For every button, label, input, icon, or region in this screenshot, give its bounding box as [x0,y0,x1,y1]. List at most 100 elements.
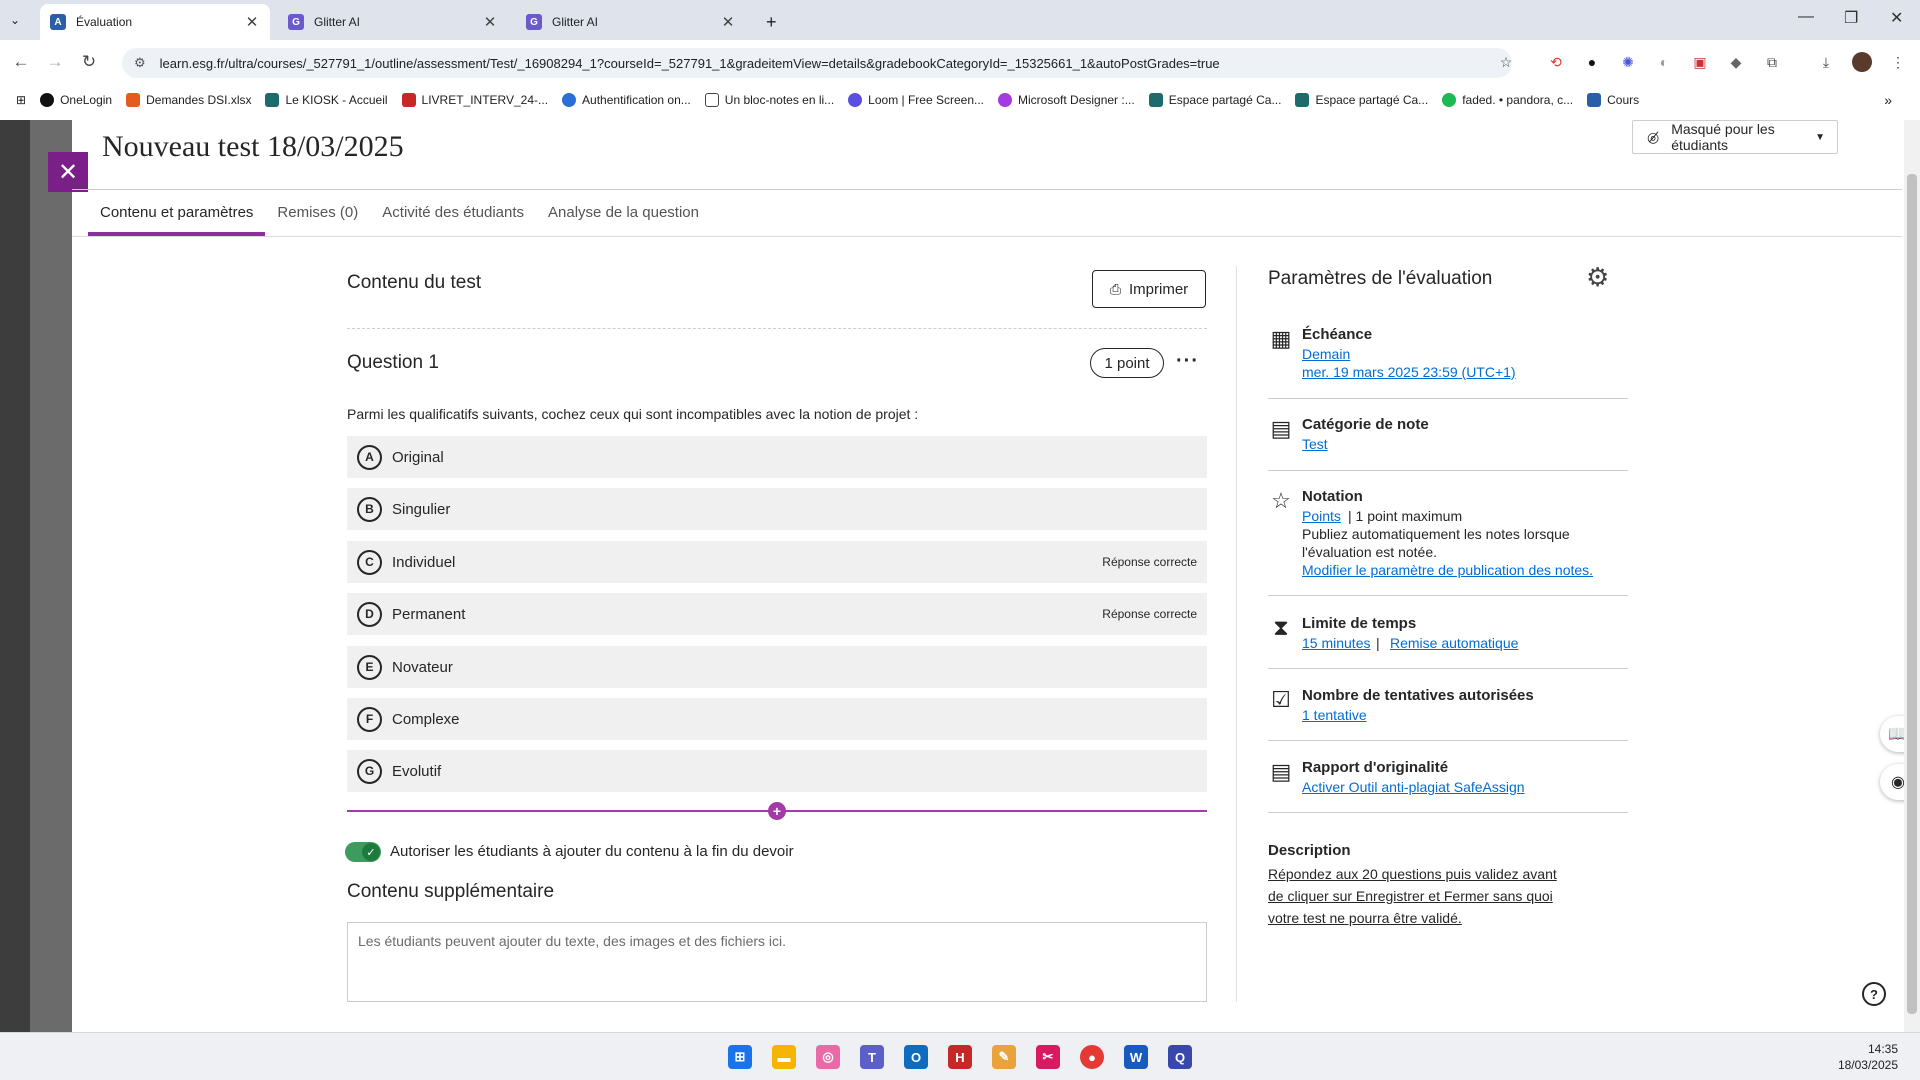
tab-glitter-2[interactable]: G Glitter AI ✕ [516,4,746,40]
photos-icon[interactable]: ◎ [816,1045,840,1069]
extension-icon[interactable]: ✺ [1618,52,1638,72]
close-tab-icon[interactable]: ✕ [720,13,736,31]
bookmark-item[interactable]: Microsoft Designer :... [998,93,1135,107]
address-bar[interactable]: ⚙ learn.esg.fr/ultra/courses/_527791_1/o… [122,48,1512,78]
bookmark-item[interactable]: Le KIOSK - Accueil [265,93,388,107]
tab-question-analysis[interactable]: Analyse de la question [536,190,711,236]
print-button[interactable]: ⎙ Imprimer [1092,270,1206,308]
allow-content-toggle[interactable]: ✓ [345,842,381,862]
outlook-icon[interactable]: O [904,1045,928,1069]
help-icon[interactable]: ? [1862,982,1886,1006]
menu-dots-icon[interactable]: ⋮ [1888,52,1908,72]
additional-content-field[interactable]: Les étudiants peuvent ajouter du texte, … [347,922,1207,1002]
divider [347,328,1207,329]
divider [1268,398,1628,399]
description-text[interactable]: votre test ne pourra être validé. [1268,910,1462,926]
bookmark-label: Un bloc-notes en li... [724,93,835,107]
download-icon[interactable]: ⤓ [1816,52,1836,72]
bookmark-favicon-icon [401,93,416,107]
category-link[interactable]: Test [1302,436,1328,452]
scrollbar[interactable] [1904,120,1920,1032]
close-tab-icon[interactable]: ✕ [244,13,260,31]
bookmark-item[interactable]: Espace partagé Ca... [1295,93,1428,107]
bookmark-item[interactable]: Un bloc-notes en li... [704,93,835,107]
more-bookmarks-icon[interactable]: » [1884,92,1892,108]
auto-submit-link[interactable]: Remise automatique [1390,635,1518,651]
app-h-icon[interactable]: H [948,1045,972,1069]
app-pen-icon[interactable]: ✎ [992,1045,1016,1069]
points-badge[interactable]: 1 point [1090,348,1164,378]
close-panel-button[interactable]: ✕ [48,152,88,192]
tab-glitter-1[interactable]: G Glitter AI ✕ [278,4,508,40]
answer-option[interactable]: C Individuel Réponse correcte [347,541,1207,583]
add-content-plus-icon[interactable]: + [768,802,786,820]
tab-submissions[interactable]: Remises (0) [265,190,370,236]
extension-icon[interactable]: ◐ [1654,52,1674,72]
windows-start-icon[interactable]: ⊞ [728,1045,752,1069]
extensions-puzzle-icon[interactable]: ⧉ [1762,52,1782,72]
more-options-icon[interactable]: ··· [1176,350,1199,373]
answer-letter: A [357,444,382,470]
profile-avatar[interactable] [1852,52,1872,72]
attempts-setting: ☑ Nombre de tentatives autorisées 1 tent… [1268,687,1628,727]
bookmark-item[interactable]: faded. • pandora, c... [1442,93,1573,107]
answer-option[interactable]: D Permanent Réponse correcte [347,593,1207,635]
answer-option[interactable]: B Singulier [347,488,1207,530]
bookmark-item[interactable]: LIVRET_INTERV_24-... [401,93,548,107]
new-tab-button[interactable]: + [756,4,786,40]
app-q-icon[interactable]: Q [1168,1045,1192,1069]
safeassign-link[interactable]: Activer Outil anti-plagiat SafeAssign [1302,779,1525,795]
extension-icon[interactable]: ● [1582,52,1602,72]
answer-option[interactable]: E Novateur [347,646,1207,688]
close-tab-icon[interactable]: ✕ [482,13,498,31]
chevron-down-icon: ⌄ [10,13,21,27]
extension-icon[interactable]: ▣ [1690,52,1710,72]
bookmark-item[interactable]: Demandes DSI.xlsx [126,93,251,107]
description-text[interactable]: de cliquer sur Enregistrer et Fermer san… [1268,888,1553,904]
chrome-icon[interactable]: ● [1080,1045,1104,1069]
bookmark-item[interactable]: Authentification on... [562,93,691,107]
page-title: Nouveau test 18/03/2025 [102,130,404,163]
bookmark-item[interactable]: Cours [1587,93,1639,107]
file-explorer-icon[interactable]: ▬ [772,1045,796,1069]
tab-content-settings[interactable]: Contenu et paramètres [88,190,266,236]
snipping-tool-icon[interactable]: ✂ [1036,1045,1060,1069]
gear-icon[interactable]: ⚙ [1586,262,1609,293]
word-icon[interactable]: W [1124,1045,1148,1069]
bookmark-item[interactable]: OneLogin [40,93,112,107]
clock[interactable]: 14:35 18/03/2025 [1818,1041,1898,1073]
time-limit-link[interactable]: 15 minutes [1302,635,1370,651]
tab-evaluation[interactable]: A Évaluation ✕ [40,4,270,40]
restore-icon[interactable]: ❐ [1844,8,1858,28]
apps-grid-icon[interactable]: ⊞ [16,93,26,107]
attempts-link[interactable]: 1 tentative [1302,707,1367,723]
site-info-icon[interactable]: ⚙ [134,55,146,71]
edit-publish-link[interactable]: Modifier le paramètre de publication des… [1302,562,1593,578]
back-icon[interactable]: ← [8,52,34,72]
due-date-link[interactable]: Demain [1302,346,1350,362]
description-text[interactable]: Répondez aux 20 questions puis validez a… [1268,866,1557,882]
bookmark-label: Espace partagé Ca... [1168,93,1282,107]
answer-option[interactable]: G Evolutif [347,750,1207,792]
visibility-dropdown[interactable]: ◎̸ Masqué pour les étudiants ▼ [1632,120,1838,154]
bookmark-favicon-icon [126,93,141,107]
extension-icon[interactable]: ⟲ [1546,52,1566,72]
bookmark-item[interactable]: Espace partagé Ca... [1148,93,1282,107]
close-window-icon[interactable]: ✕ [1890,8,1903,28]
scrollbar-thumb[interactable] [1907,174,1917,1014]
tab-student-activity[interactable]: Activité des étudiants [370,190,536,236]
bookmark-item[interactable]: Loom | Free Screen... [848,93,984,107]
minimize-icon[interactable]: — [1798,8,1814,26]
reload-icon[interactable]: ↻ [76,52,102,72]
due-date-value-link[interactable]: mer. 19 mars 2025 23:59 (UTC+1) [1302,364,1516,380]
points-link[interactable]: Points [1302,508,1341,524]
bookmark-star-icon[interactable]: ☆ [1496,52,1516,72]
bookmark-label: Espace partagé Ca... [1315,93,1429,107]
tab-search-button[interactable]: ⌄ [0,8,40,32]
answer-option[interactable]: A Original [347,436,1207,478]
extension-icon[interactable]: ◆ [1726,52,1746,72]
tab-title: Évaluation [76,15,133,29]
teams-icon[interactable]: T [860,1045,884,1069]
forward-icon[interactable]: → [42,52,68,72]
answer-option[interactable]: F Complexe [347,698,1207,740]
